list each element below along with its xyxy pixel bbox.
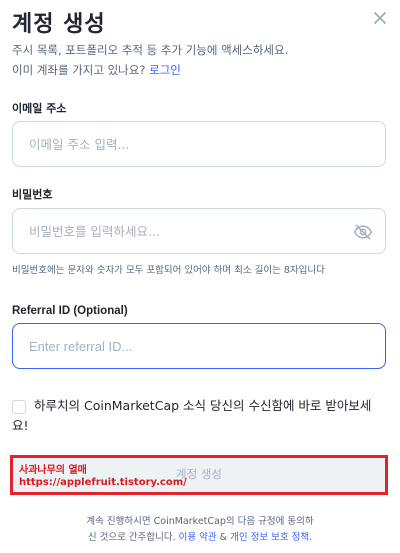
terms-suffix: .	[309, 532, 313, 543]
intro-line2: 이미 계좌를 가지고 있나요? 로그인	[12, 60, 392, 80]
intro-line2-prefix: 이미 계좌를 가지고 있나요?	[12, 63, 150, 77]
referral-field-box	[12, 323, 386, 369]
password-field-box	[12, 208, 386, 254]
terms-amp: &	[216, 532, 231, 543]
terms-line2-prefix: 신 것으로 간주합니다.	[87, 532, 179, 543]
email-label: 이메일 주소	[12, 102, 67, 115]
email-field-box	[12, 121, 386, 167]
password-hint: 비밀번호에는 문자와 숫자가 모두 포함되어 있어야 하며 최소 길이는 8자입…	[12, 265, 325, 276]
newsletter-label: 하루치의 CoinMarketCap 소식 당신의 수신함에 바로 받아보세요!	[12, 398, 372, 433]
eye-off-icon[interactable]	[353, 222, 373, 242]
password-field[interactable]	[13, 209, 385, 253]
watermark-line2: https://applefruit.tistory.com/	[19, 477, 187, 488]
terms-text: 계속 진행하시면 CoinMarketCap의 다음 규정에 동의하 신 것으로…	[40, 514, 360, 546]
password-label: 비밀번호	[12, 188, 53, 201]
privacy-policy-link[interactable]: 개인 정보 보호 정책	[230, 532, 309, 543]
intro-line1: 주시 목록, 포트폴리오 추적 등 추가 기능에 액세스하세요.	[12, 43, 289, 57]
login-link[interactable]: 로그인	[149, 63, 181, 77]
close-icon[interactable]	[372, 10, 388, 26]
terms-line1: 계속 진행하시면 CoinMarketCap의 다음 규정에 동의하	[86, 516, 314, 527]
referral-field[interactable]	[13, 324, 385, 368]
email-field[interactable]	[13, 122, 385, 166]
page-title: 계정 생성	[12, 12, 106, 37]
intro-text: 주시 목록, 포트폴리오 추적 등 추가 기능에 액세스하세요. 이미 계좌를 …	[12, 40, 392, 80]
terms-line2: 신 것으로 간주합니다. 이용 약관 & 개인 정보 보호 정책.	[40, 530, 360, 546]
watermark-line1: 사과나무의 열매	[19, 465, 87, 476]
referral-label: Referral ID (Optional)	[12, 305, 128, 317]
terms-of-use-link[interactable]: 이용 약관	[179, 532, 217, 543]
